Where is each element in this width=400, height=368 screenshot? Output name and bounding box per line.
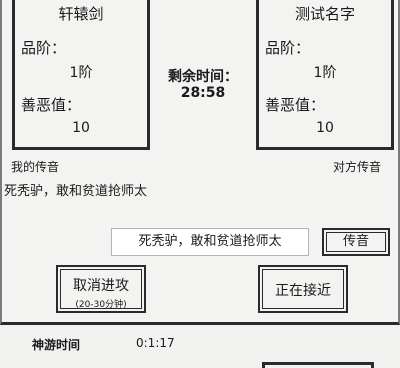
opponent-morality-value: 10 bbox=[316, 120, 334, 136]
bottom-button-partial[interactable] bbox=[262, 362, 374, 368]
opponent-morality-label: 善恶值： bbox=[265, 96, 326, 114]
player-name: 轩辕剑 bbox=[58, 5, 104, 23]
player-morality-label: 善恶值： bbox=[21, 96, 82, 114]
approaching-button[interactable]: 正在接近 bbox=[258, 265, 348, 313]
player-card: 轩辕剑 品阶： 1阶 善恶值： 10 bbox=[12, 0, 150, 150]
opponent-rank-label: 品阶： bbox=[265, 39, 311, 57]
opponent-name: 测试名字 bbox=[294, 5, 355, 23]
approaching-label: 正在接近 bbox=[275, 283, 331, 299]
battle-panel: 轩辕剑 品阶： 1阶 善恶值： 10 剩余时间： 28:58 测试名字 品阶： … bbox=[0, 0, 400, 325]
their-message-label: 对方传音 bbox=[333, 160, 382, 174]
trip-time-value: 0:1:17 bbox=[136, 336, 175, 350]
message-input[interactable]: 死秃驴，敢和贫道抢师太 bbox=[111, 228, 309, 256]
player-rank-value: 1阶 bbox=[69, 65, 93, 81]
player-rank-label: 品阶： bbox=[21, 39, 67, 57]
trip-time-label: 神游时间 bbox=[32, 338, 81, 352]
my-message-label: 我的传音 bbox=[11, 160, 60, 174]
cancel-attack-duration: (20-30分钟) bbox=[75, 300, 127, 310]
opponent-rank-value: 1阶 bbox=[313, 65, 337, 81]
timer-value: 28:58 bbox=[180, 85, 226, 101]
my-message-text: 死秃驴，敢和贫道抢师太 bbox=[4, 184, 148, 199]
cancel-attack-button[interactable]: 取消进攻 (20-30分钟) bbox=[56, 265, 146, 313]
send-message-button[interactable]: 传音 bbox=[322, 228, 390, 256]
cancel-attack-label: 取消进攻 bbox=[73, 278, 129, 294]
timer-label: 剩余时间： bbox=[168, 69, 238, 85]
player-morality-value: 10 bbox=[72, 120, 90, 136]
opponent-card: 测试名字 品阶： 1阶 善恶值： 10 bbox=[256, 0, 394, 150]
